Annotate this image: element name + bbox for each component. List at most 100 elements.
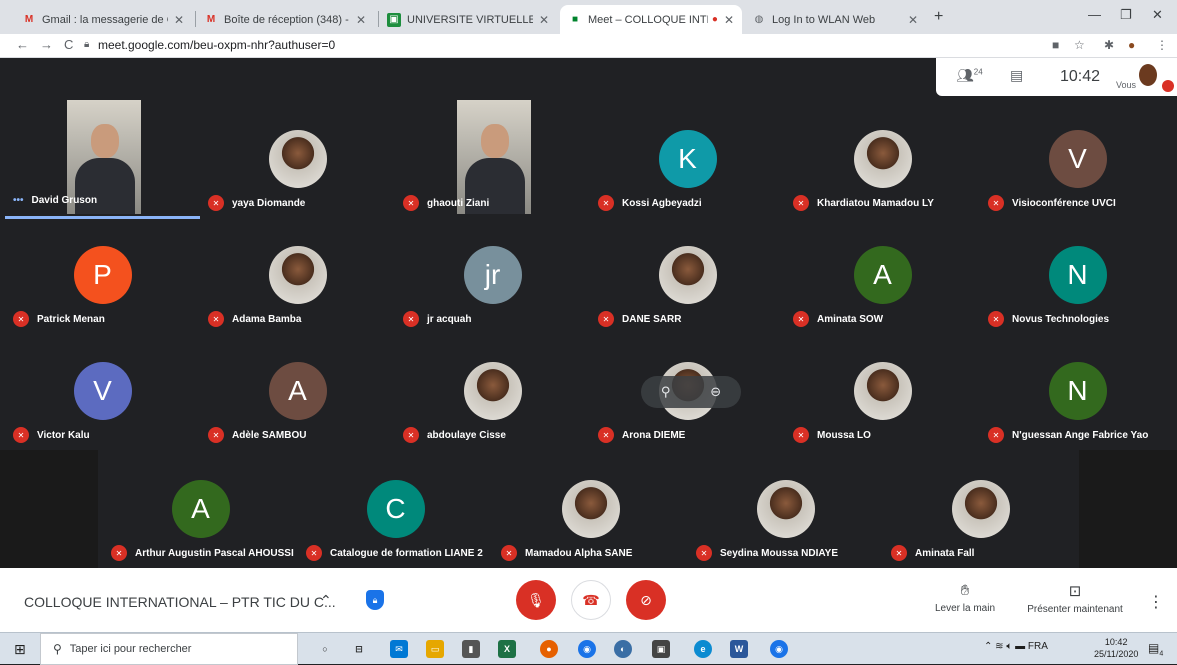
- chevron-up-icon[interactable]: ⌃: [320, 592, 332, 609]
- participant-name-row: ✕ Catalogue de formation LIANE 2: [306, 545, 483, 561]
- tab-gmail-inbox[interactable]: M Boîte de réception (348) - yaya6 ✕: [196, 5, 374, 34]
- participant-tile[interactable]: ✕ yaya Diomande: [200, 100, 395, 217]
- minimize-button[interactable]: —: [1088, 7, 1101, 22]
- participant-tile[interactable]: ✕ Adama Bamba: [200, 216, 395, 333]
- edge-icon[interactable]: e: [694, 640, 712, 658]
- raise-hand-button[interactable]: ✋︎ Lever la main: [930, 582, 1000, 614]
- participant-name-row: ✕ DANE SARR: [598, 311, 681, 327]
- participant-name: Adèle SAMBOU: [232, 429, 307, 441]
- participant-name: Khardiatou Mamadou LY: [817, 197, 934, 209]
- participant-initial-avatar: N: [1048, 246, 1107, 304]
- tab-uvci[interactable]: ▣ UNIVERSITE VIRTUELLE DE COTE ✕: [379, 5, 557, 34]
- mic-toggle-button[interactable]: 🎙︎: [516, 580, 556, 620]
- chat-icon[interactable]: ▤: [1010, 67, 1023, 84]
- close-tab-icon[interactable]: ✕: [356, 13, 366, 27]
- firefox-icon[interactable]: ●: [540, 640, 558, 658]
- camera-icon[interactable]: ■: [1052, 38, 1059, 52]
- grid-padding: [0, 450, 98, 568]
- participant-tile[interactable]: ✕ Khardiatou Mamadou LY: [785, 100, 980, 217]
- participant-tile[interactable]: P ✕ Patrick Menan: [5, 216, 200, 333]
- participant-tile[interactable]: ••• David Gruson: [5, 100, 200, 219]
- meeting-title[interactable]: COLLOQUE INTERNATIONAL – PTR TIC DU C...: [24, 594, 336, 610]
- participant-tile[interactable]: A ✕ Arthur Augustin Pascal AHOUSSI: [103, 450, 298, 567]
- participant-name-row: ✕ Novus Technologies: [988, 311, 1109, 327]
- tab-meet[interactable]: ■ Meet – COLLOQUE INTERNA ● ✕: [560, 5, 742, 34]
- globe-icon: ◍: [754, 14, 764, 25]
- participant-tile[interactable]: ✕ Seydina Moussa NDIAYE: [688, 450, 883, 567]
- profile-avatar[interactable]: ●: [1128, 38, 1135, 52]
- participant-name: ghaouti Ziani: [427, 197, 490, 209]
- participant-name-row: ✕ yaya Diomande: [208, 195, 305, 211]
- participant-tile[interactable]: ✕ ghaouti Ziani: [395, 100, 590, 217]
- participant-tile[interactable]: C ✕ Catalogue de formation LIANE 2: [298, 450, 493, 567]
- usb-icon[interactable]: ▮: [462, 640, 480, 658]
- excel-icon[interactable]: X: [498, 640, 516, 658]
- tab-wlan[interactable]: ◍ Log In to WLAN Web ✕: [744, 5, 926, 34]
- new-tab-button[interactable]: +: [934, 8, 943, 26]
- mic-off-icon: ✕: [403, 427, 419, 443]
- participant-tile[interactable]: ✕ Moussa LO: [785, 332, 980, 449]
- system-tray[interactable]: ⌃ ≋ 🔈︎ ▬ FRA: [984, 641, 1048, 652]
- cortana-icon[interactable]: ○: [316, 640, 334, 658]
- forward-arrow-icon[interactable]: →: [40, 37, 53, 52]
- recording-icon: ●: [711, 14, 718, 25]
- participant-tile[interactable]: V ✕ Victor Kalu: [5, 332, 200, 449]
- tab-gmail[interactable]: M Gmail : la messagerie de Google ✕: [14, 5, 192, 34]
- extension-icon[interactable]: ✱: [1104, 38, 1114, 52]
- self-avatar[interactable]: [1139, 64, 1157, 86]
- windows-taskbar: ⊞ ⚲ Taper ici pour rechercher ○ ⊟ ✉ ▭ ▮ …: [0, 632, 1177, 665]
- store-icon[interactable]: ▣: [652, 640, 670, 658]
- taskbar-search-box[interactable]: ⚲ Taper ici pour rechercher: [40, 633, 298, 665]
- chrome-icon[interactable]: ◉: [578, 640, 596, 658]
- more-options-icon[interactable]: ⋮: [1148, 592, 1164, 612]
- participant-tile[interactable]: ✕ abdoulaye Cisse: [395, 332, 590, 449]
- back-arrow-icon[interactable]: ←: [16, 37, 29, 52]
- participant-name: Mamadou Alpha SANE: [525, 547, 633, 559]
- menu-kebab-icon[interactable]: ⋮: [1156, 38, 1168, 52]
- end-call-button[interactable]: ☎︎: [571, 580, 611, 620]
- chrome-active-icon[interactable]: ◉: [770, 640, 788, 658]
- close-tab-icon[interactable]: ✕: [724, 13, 734, 27]
- participant-tile[interactable]: N ✕ N'guessan Ange Fabrice Yao: [980, 332, 1175, 449]
- close-tab-icon[interactable]: ✕: [174, 13, 184, 27]
- participants-icon[interactable]: 👥︎24: [956, 67, 983, 84]
- windows-start-icon[interactable]: ⊞: [14, 641, 26, 658]
- star-icon[interactable]: ☆: [1074, 38, 1085, 52]
- notification-center-icon[interactable]: ▤4: [1148, 641, 1163, 657]
- url-field[interactable]: meet.google.com/beu-oxpm-nhr?authuser=0: [98, 38, 335, 52]
- mic-off-icon: 🎙︎: [527, 591, 545, 608]
- participant-name-row: ✕ Victor Kalu: [13, 427, 90, 443]
- lock-icon[interactable]: 🔒︎: [84, 39, 89, 50]
- mic-off-icon: ✕: [208, 427, 224, 443]
- word-icon[interactable]: W: [730, 640, 748, 658]
- camera-toggle-button[interactable]: ⊘: [626, 580, 666, 620]
- participant-tile[interactable]: V ✕ Visioconférence UVCI: [980, 100, 1175, 217]
- participant-name-row: ✕ Patrick Menan: [13, 311, 105, 327]
- participant-tile[interactable]: A ✕ Aminata SOW: [785, 216, 980, 333]
- participant-tile[interactable]: jr ✕ jr acquah: [395, 216, 590, 333]
- participant-name: yaya Diomande: [232, 197, 306, 209]
- present-now-button[interactable]: ⊡ Présenter maintenant: [1020, 582, 1130, 615]
- close-tab-icon[interactable]: ✕: [539, 13, 549, 27]
- close-window-button[interactable]: ✕: [1152, 7, 1163, 23]
- maximize-button[interactable]: ❐: [1120, 7, 1132, 23]
- close-tab-icon[interactable]: ✕: [908, 13, 918, 27]
- shield-icon[interactable]: 🔒︎: [366, 590, 384, 610]
- media-icon[interactable]: ◐: [614, 640, 632, 658]
- participant-name: Aminata SOW: [817, 313, 884, 325]
- remove-icon[interactable]: ⊖: [710, 384, 721, 400]
- participant-tile[interactable]: ✕ DANE SARR: [590, 216, 785, 333]
- pin-icon[interactable]: ⚲: [661, 384, 671, 400]
- file-explorer-icon[interactable]: ▭: [426, 640, 444, 658]
- task-view-icon[interactable]: ⊟: [350, 640, 368, 658]
- participant-tile[interactable]: K ✕ Kossi Agbeyadzi: [590, 100, 785, 217]
- participant-tile[interactable]: ✕ Aminata Fall: [883, 450, 1078, 567]
- participant-tile[interactable]: ✕ Mamadou Alpha SANE: [493, 450, 688, 567]
- participant-tile[interactable]: A ✕ Adèle SAMBOU: [200, 332, 395, 449]
- tile-hover-controls[interactable]: ⚲ ⊖: [641, 376, 741, 408]
- participant-name: Visioconférence UVCI: [1012, 197, 1116, 209]
- mail-app-icon[interactable]: ✉: [390, 640, 408, 658]
- system-clock[interactable]: 10:42 25/11/2020: [1094, 636, 1138, 660]
- participant-tile[interactable]: N ✕ Novus Technologies: [980, 216, 1175, 333]
- reload-icon[interactable]: C: [64, 37, 73, 52]
